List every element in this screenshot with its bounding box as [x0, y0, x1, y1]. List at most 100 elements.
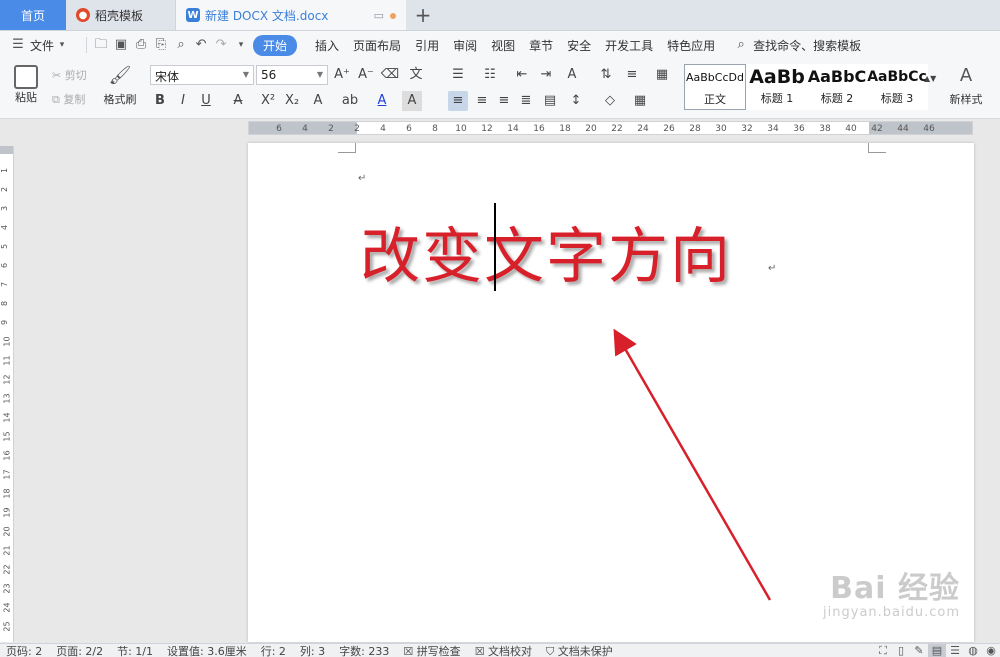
status-line[interactable]: 行: 2 — [261, 644, 286, 657]
customize-dropdown-icon[interactable]: ▾ — [233, 37, 249, 53]
italic-button[interactable]: I — [173, 91, 193, 111]
proofread-toggle[interactable]: ☒ 文档校对 — [475, 644, 532, 657]
decrease-indent-button[interactable]: ⇤ — [512, 65, 532, 85]
style-sample: AaBbC — [807, 67, 867, 86]
borders-button[interactable]: ▦ — [630, 91, 650, 111]
protection-status[interactable]: ⛉ 文档未保护 — [546, 644, 613, 657]
styles-scroll-button[interactable]: ▲▼ — [924, 69, 936, 89]
subscript-button[interactable]: X₂ — [282, 91, 302, 111]
spell-check-toggle[interactable]: ☒ 拼写检查 — [403, 644, 460, 657]
tab-view[interactable]: 视图 — [491, 37, 515, 54]
file-menu[interactable]: ☰ 文件 ▾ — [10, 37, 74, 54]
tab-security[interactable]: 安全 — [567, 37, 591, 54]
paste-button[interactable]: 粘贴 — [10, 65, 42, 105]
export-pdf-icon[interactable]: ⎙ — [133, 37, 149, 53]
shrink-font-button[interactable]: A⁻ — [356, 65, 376, 85]
cut-button[interactable]: ✂ 剪切 — [52, 67, 87, 83]
edit-mode-icon[interactable]: ✎ — [910, 644, 928, 657]
font-name-select[interactable]: 宋体 ▼ — [150, 65, 254, 85]
ruler-tick-label: 20 — [2, 526, 12, 537]
sort-button[interactable]: ⇅ — [596, 65, 616, 85]
bold-button[interactable]: B — [150, 91, 170, 111]
shading-button[interactable]: ◇ — [600, 91, 620, 111]
tab-page-layout[interactable]: 页面布局 — [353, 37, 401, 54]
save-icon[interactable]: ▣ — [113, 37, 129, 53]
superscript-button[interactable]: X² — [258, 91, 278, 111]
line-spacing-button[interactable]: ↕ — [566, 91, 586, 111]
highlight-button[interactable]: ab — [340, 91, 360, 111]
show-hide-button[interactable]: ≡ — [622, 65, 642, 85]
page-view-icon[interactable]: ▤ — [928, 644, 946, 657]
distributed-button[interactable]: ▤ — [540, 91, 560, 111]
vertical-ruler[interactable]: 1 2 3 4 5 6 7 8 9 10 11 12 13 14 15 16 17 18 19 20 21 22 23 24 2… — [0, 146, 14, 642]
command-search[interactable]: ⌕ 查找命令、搜索模板 — [733, 37, 862, 54]
align-right-button[interactable]: ≡ — [494, 91, 514, 111]
new-style-button[interactable]: A 新样式 — [942, 65, 990, 107]
style-normal[interactable]: AaBbCcDd 正文 — [684, 64, 746, 110]
redo-icon[interactable]: ↷ — [213, 37, 229, 53]
horizontal-ruler[interactable]: 6 4 2 2 4 6 8 10 12 14 16 18 20 22 24 26 28 30 32 34 36 38 40 4… — [0, 120, 1000, 136]
tab-home[interactable]: 首页 — [0, 0, 66, 30]
style-heading-1[interactable]: AaBb 标题 1 — [746, 64, 808, 110]
style-heading-2[interactable]: AaBbC 标题 2 — [806, 64, 868, 110]
tab-start[interactable]: 开始 — [253, 34, 298, 56]
font-size-select[interactable]: 56 ▼ — [256, 65, 328, 85]
document-page[interactable]: ↵ 改变文字方向 ↵ Bai 经验 jingyan.baidu.com — [248, 143, 974, 642]
grow-font-button[interactable]: A⁺ — [332, 65, 352, 85]
ribbon-start: 粘贴 ✂ 剪切 ⧉ 复制 🖌 格式刷 宋体 ▼ 56 ▼ A⁺ A⁻ ⌫ 文 B… — [0, 59, 1000, 119]
table-tools-button[interactable]: ▦ — [652, 65, 672, 85]
phonetic-guide-button[interactable]: 文 — [406, 65, 426, 85]
search-icon: ⌕ — [737, 37, 745, 52]
ruler-tick-label: 30 — [715, 124, 727, 134]
file-menu-label: 文件 — [30, 38, 55, 53]
char-shading-button[interactable]: A — [402, 91, 422, 111]
underline-button[interactable]: U — [196, 91, 216, 111]
command-search-label: 查找命令、搜索模板 — [753, 38, 862, 53]
status-section[interactable]: 节: 1/1 — [117, 644, 153, 657]
open-folder-icon[interactable]: 🗀 — [93, 37, 109, 53]
status-column[interactable]: 列: 3 — [300, 644, 325, 657]
outline-view-icon[interactable]: ☰ — [946, 644, 964, 657]
bullets-button[interactable]: ☰ — [448, 65, 468, 85]
numbering-button[interactable]: ☷ — [480, 65, 500, 85]
ruler-tick-label: 11 — [2, 355, 12, 366]
style-heading-3[interactable]: AaBbCc 标题 3 — [866, 64, 928, 110]
tab-features[interactable]: 特色应用 — [667, 37, 715, 54]
justify-button[interactable]: ≣ — [516, 91, 536, 111]
chinese-layout-button[interactable]: A — [562, 65, 582, 85]
eye-protect-icon[interactable]: ◉ — [982, 644, 1000, 657]
tab-templates[interactable]: ● 稻壳模板 — [66, 0, 176, 30]
text-effect-button[interactable]: A — [308, 91, 328, 111]
web-view-icon[interactable]: ◍ — [964, 644, 982, 657]
strikethrough-button[interactable]: A — [228, 91, 248, 111]
status-word-count[interactable]: 字数: 233 — [339, 644, 389, 657]
copy-button[interactable]: ⧉ 复制 — [52, 91, 85, 107]
clear-format-button[interactable]: ⌫ — [380, 65, 400, 85]
new-tab-button[interactable]: + — [406, 0, 440, 30]
increase-indent-button[interactable]: ⇥ — [536, 65, 556, 85]
window-restore-icon[interactable]: ▭ — [374, 9, 384, 22]
status-pages[interactable]: 页面: 2/2 — [56, 644, 103, 657]
ruler-tick-label: 21 — [2, 545, 12, 556]
font-color-button[interactable]: A — [372, 91, 392, 111]
fullscreen-icon[interactable]: ⛶ — [874, 644, 892, 657]
ruler-tick-label: 40 — [845, 124, 857, 134]
status-page-number[interactable]: 页码: 2 — [6, 644, 42, 657]
align-left-button[interactable]: ≡ — [448, 91, 468, 111]
undo-icon[interactable]: ↶ — [193, 37, 209, 53]
tab-document-label: 新建 DOCX 文档.docx — [205, 8, 329, 23]
ruler-tick-label: 8 — [432, 124, 438, 134]
ruler-tick-label: 38 — [819, 124, 831, 134]
tab-references[interactable]: 引用 — [415, 37, 439, 54]
tab-review[interactable]: 审阅 — [453, 37, 477, 54]
tab-developer[interactable]: 开发工具 — [605, 37, 653, 54]
print-preview-icon[interactable]: ⌕ — [173, 37, 189, 53]
tab-document[interactable]: W 新建 DOCX 文档.docx ▭ — [176, 0, 406, 30]
align-center-button[interactable]: ≡ — [472, 91, 492, 111]
read-mode-icon[interactable]: ▯ — [892, 644, 910, 657]
format-painter-button[interactable]: 🖌 格式刷 — [102, 65, 138, 107]
tab-chapter[interactable]: 章节 — [529, 37, 553, 54]
tab-insert[interactable]: 插入 — [315, 37, 339, 54]
status-position[interactable]: 设置值: 3.6厘米 — [167, 644, 247, 657]
print-icon[interactable]: ⎘ — [153, 37, 169, 53]
